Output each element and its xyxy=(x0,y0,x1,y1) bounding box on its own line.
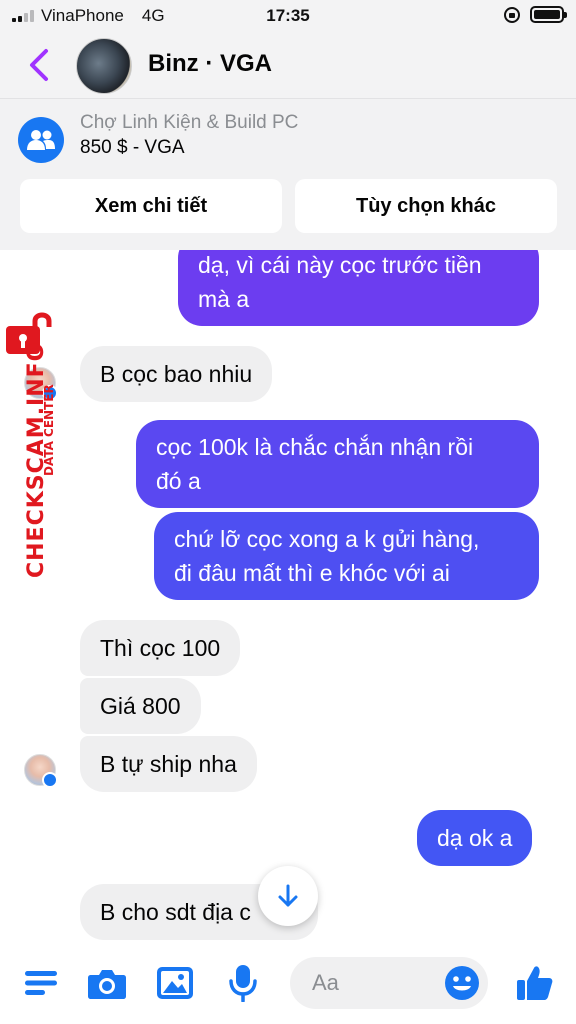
voice-button[interactable] xyxy=(222,962,264,1004)
like-button[interactable] xyxy=(514,962,556,1004)
emoji-button[interactable] xyxy=(444,965,480,1001)
outgoing-message[interactable]: dạ ok a xyxy=(417,810,533,866)
camera-button[interactable] xyxy=(86,962,128,1004)
incoming-message[interactable]: Giá 800 xyxy=(80,678,201,734)
menu-icon xyxy=(25,971,57,995)
contact-name[interactable]: Binz · VGA xyxy=(148,50,272,78)
group-name: Chợ Linh Kiện & Build PC xyxy=(80,112,299,133)
arrow-down-icon xyxy=(278,884,298,907)
conversation-header: Binz · VGA xyxy=(0,34,576,98)
message-line: đi đâu mất thì e khóc với ai xyxy=(174,560,450,586)
message-line: đó a xyxy=(156,468,201,494)
marketplace-banner: Chợ Linh Kiện & Build PC 850 $ - VGA Xem… xyxy=(0,98,576,250)
message-list[interactable]: dạ, vì cái này cọc trước tiền mà a B cọc… xyxy=(0,250,576,942)
battery-icon xyxy=(530,6,567,23)
orientation-lock-icon xyxy=(504,6,520,23)
gallery-button[interactable] xyxy=(154,962,196,1004)
emoji-icon xyxy=(445,966,479,1000)
message-line: chứ lỡ cọc xong a k gửi hàng, xyxy=(174,526,480,552)
status-time: 17:35 xyxy=(266,6,310,25)
view-details-button[interactable]: Xem chi tiết xyxy=(20,179,282,233)
image-icon xyxy=(157,967,193,999)
message-line: dạ, vì cái này cọc trước tiền xyxy=(198,252,482,278)
contact-avatar-small[interactable] xyxy=(24,754,58,788)
outgoing-message[interactable]: cọc 100k là chắc chắn nhận rồi đó a xyxy=(136,420,539,508)
menu-button[interactable] xyxy=(20,962,62,1004)
watermark-subtext: DATA CENTER xyxy=(42,384,56,476)
more-options-button[interactable]: Tùy chọn khác xyxy=(295,179,557,233)
scroll-to-bottom-button[interactable] xyxy=(258,866,318,926)
outgoing-message[interactable]: dạ, vì cái này cọc trước tiền mà a xyxy=(178,250,539,326)
status-right xyxy=(504,6,567,23)
incoming-message[interactable]: B cọc bao nhiu xyxy=(80,346,273,402)
chevron-left-icon xyxy=(30,49,48,81)
outgoing-message[interactable]: chứ lỡ cọc xong a k gửi hàng, đi đâu mất… xyxy=(154,512,539,600)
listing-title: 850 $ - VGA xyxy=(80,137,185,158)
composer-bar xyxy=(0,942,576,1024)
microphone-icon xyxy=(229,965,257,1002)
incoming-message[interactable]: B tự ship nha xyxy=(80,736,257,792)
incoming-message[interactable]: Thì cọc 100 xyxy=(80,620,241,676)
thumbs-up-icon xyxy=(517,966,553,1000)
back-button[interactable] xyxy=(22,46,56,84)
message-line: cọc 100k là chắc chắn nhận rồi xyxy=(156,434,474,460)
message-line: dạ ok a xyxy=(437,825,513,851)
message-line: mà a xyxy=(198,286,250,312)
group-icon xyxy=(18,117,64,163)
status-bar: VinaPhone 4G 17:35 xyxy=(0,0,576,34)
contact-avatar[interactable] xyxy=(76,38,132,94)
camera-icon xyxy=(88,970,126,999)
